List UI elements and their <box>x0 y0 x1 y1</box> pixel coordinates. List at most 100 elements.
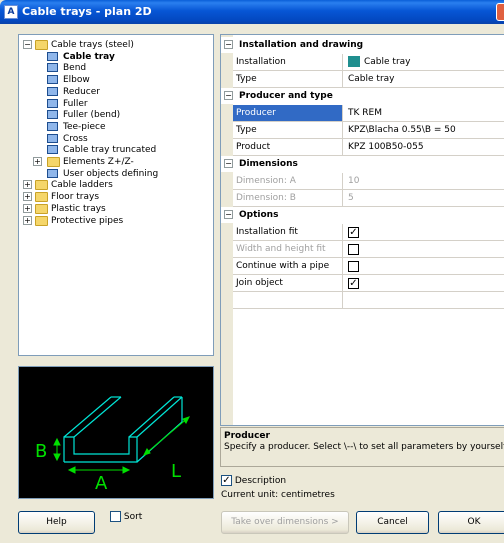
sort-toggle[interactable]: Sort <box>110 511 142 523</box>
tree-item-label: Reducer <box>63 86 100 97</box>
tree-item[interactable]: − Cable trays (steel) <box>19 39 213 51</box>
property-group-header[interactable]: − Producer and type <box>221 88 504 104</box>
tree-item[interactable]: Fuller <box>19 98 213 110</box>
preview-label-b: B <box>35 441 47 462</box>
property-row-empty <box>233 292 504 309</box>
tree-item-label: Fuller <box>63 98 88 109</box>
property-value-text: 10 <box>348 176 360 186</box>
property-group-title: Dimensions <box>239 159 298 169</box>
help-button[interactable]: Help <box>18 511 95 534</box>
property-value[interactable]: KPZ\Blacha 0.55\B = 50 <box>348 122 504 138</box>
property-key: Product <box>233 139 343 155</box>
property-group-header[interactable]: − Options <box>221 207 504 223</box>
property-row[interactable]: Join object ✓ <box>233 275 504 292</box>
property-grid[interactable]: − Installation and drawing Installation Cab… <box>220 34 504 426</box>
tree-item-label: Cross <box>63 133 88 144</box>
folder-icon <box>35 192 48 203</box>
tree-item-label: Plastic trays <box>51 203 106 214</box>
property-value[interactable]: Cable tray <box>348 54 504 70</box>
sort-label: Sort <box>123 512 143 522</box>
ok-button[interactable]: OK <box>438 511 504 534</box>
property-row[interactable]: Width and height fit <box>233 241 504 258</box>
property-row[interactable]: Continue with a pipe <box>233 258 504 275</box>
sort-checkbox[interactable] <box>110 511 121 522</box>
tree-item[interactable]: + Protective pipes <box>19 215 213 227</box>
tree-item[interactable]: Cross <box>19 133 213 145</box>
property-key: Dimension: A <box>233 173 343 189</box>
property-row[interactable]: Producer TK REM <box>233 105 504 122</box>
tray-element-icon <box>47 133 58 143</box>
tree-item[interactable]: Elbow <box>19 74 213 86</box>
option-checkbox[interactable] <box>348 261 359 272</box>
description-checkbox[interactable]: ✓ <box>221 475 232 486</box>
property-value[interactable]: Cable tray <box>348 71 504 87</box>
property-value-text: Cable tray <box>348 74 395 84</box>
collapse-icon[interactable]: − <box>224 159 233 168</box>
option-checkbox[interactable]: ✓ <box>348 278 359 289</box>
folder-icon <box>35 40 48 50</box>
tree-item[interactable]: + Cable ladders <box>19 179 213 191</box>
collapse-icon[interactable]: − <box>23 40 32 49</box>
title-bar[interactable]: A Cable trays - plan 2D <box>0 0 504 24</box>
cable-tray-preview: A B L <box>18 366 214 499</box>
tree-item[interactable]: + Plastic trays <box>19 203 213 215</box>
tree-item[interactable]: + Elements Z+/Z- <box>19 156 213 168</box>
close-icon[interactable] <box>496 3 504 21</box>
tray-element-icon <box>47 121 58 131</box>
property-group-header[interactable]: − Dimensions <box>221 156 504 172</box>
property-value[interactable]: 5 <box>348 190 504 206</box>
cancel-button[interactable]: Cancel <box>356 511 429 534</box>
window-title: Cable trays - plan 2D <box>22 5 152 18</box>
expand-icon[interactable]: + <box>33 157 42 166</box>
tree-item[interactable]: Reducer <box>19 86 213 98</box>
property-row[interactable]: Dimension: A 10 <box>233 173 504 190</box>
description-toggle[interactable]: ✓ Description <box>221 475 286 487</box>
option-checkbox[interactable] <box>348 244 359 255</box>
property-row[interactable]: Type KPZ\Blacha 0.55\B = 50 <box>233 122 504 139</box>
property-row[interactable]: Dimension: B 5 <box>233 190 504 207</box>
property-key: Installation fit <box>233 224 343 240</box>
expand-icon[interactable]: + <box>23 203 32 213</box>
property-key <box>233 292 343 308</box>
dialog-window: A Cable trays - plan 2D − Cable trays (st… <box>0 0 504 543</box>
property-value[interactable]: ✓ <box>348 224 504 240</box>
tree-item[interactable]: Tee-piece <box>19 121 213 133</box>
property-key: Dimension: B <box>233 190 343 206</box>
expand-icon[interactable]: + <box>23 215 32 225</box>
property-value-text: Cable tray <box>364 57 411 67</box>
property-row[interactable]: Type Cable tray <box>233 71 504 88</box>
property-key: Type <box>233 122 343 138</box>
property-row[interactable]: Installation Cable tray <box>233 54 504 71</box>
property-value[interactable]: TK REM <box>348 105 504 121</box>
property-value-text: KPZ\Blacha 0.55\B = 50 <box>348 125 456 135</box>
option-checkbox[interactable]: ✓ <box>348 227 359 238</box>
tree-item[interactable]: Cable tray truncated <box>19 144 213 156</box>
property-row[interactable]: Product KPZ 100B50-055 <box>233 139 504 156</box>
property-value[interactable]: 10 <box>348 173 504 189</box>
tray-element-icon <box>47 75 58 85</box>
tree-item[interactable]: User objects defining <box>19 168 213 180</box>
tree-item[interactable]: Fuller (bend) <box>19 109 213 121</box>
tree-item[interactable]: Cable tray <box>19 51 213 63</box>
collapse-icon[interactable]: − <box>224 210 233 219</box>
property-key: Installation <box>233 54 343 70</box>
folder-icon <box>35 203 48 214</box>
take-over-dimensions-button[interactable]: Take over dimensions > <box>221 511 349 534</box>
collapse-icon[interactable]: − <box>224 91 233 100</box>
property-group-header[interactable]: − Installation and drawing <box>221 37 504 53</box>
property-value[interactable] <box>348 241 504 257</box>
collapse-icon[interactable]: − <box>224 40 233 49</box>
category-tree[interactable]: − Cable trays (steel) Cable tray Bend Elbow R… <box>18 34 214 356</box>
property-row[interactable]: Installation fit ✓ <box>233 224 504 241</box>
tree-item-label: Floor trays <box>51 192 100 203</box>
expand-icon[interactable]: + <box>23 192 32 202</box>
tree-item-label: Protective pipes <box>51 215 124 226</box>
property-value[interactable]: ✓ <box>348 275 504 291</box>
property-value[interactable]: KPZ 100B50-055 <box>348 139 504 155</box>
property-group-title: Installation and drawing <box>239 40 364 50</box>
expand-icon[interactable]: + <box>23 180 32 190</box>
property-value[interactable] <box>348 258 504 274</box>
tree-item[interactable]: Bend <box>19 62 213 74</box>
tray-element-icon <box>47 145 58 155</box>
tree-item[interactable]: + Floor trays <box>19 191 213 203</box>
